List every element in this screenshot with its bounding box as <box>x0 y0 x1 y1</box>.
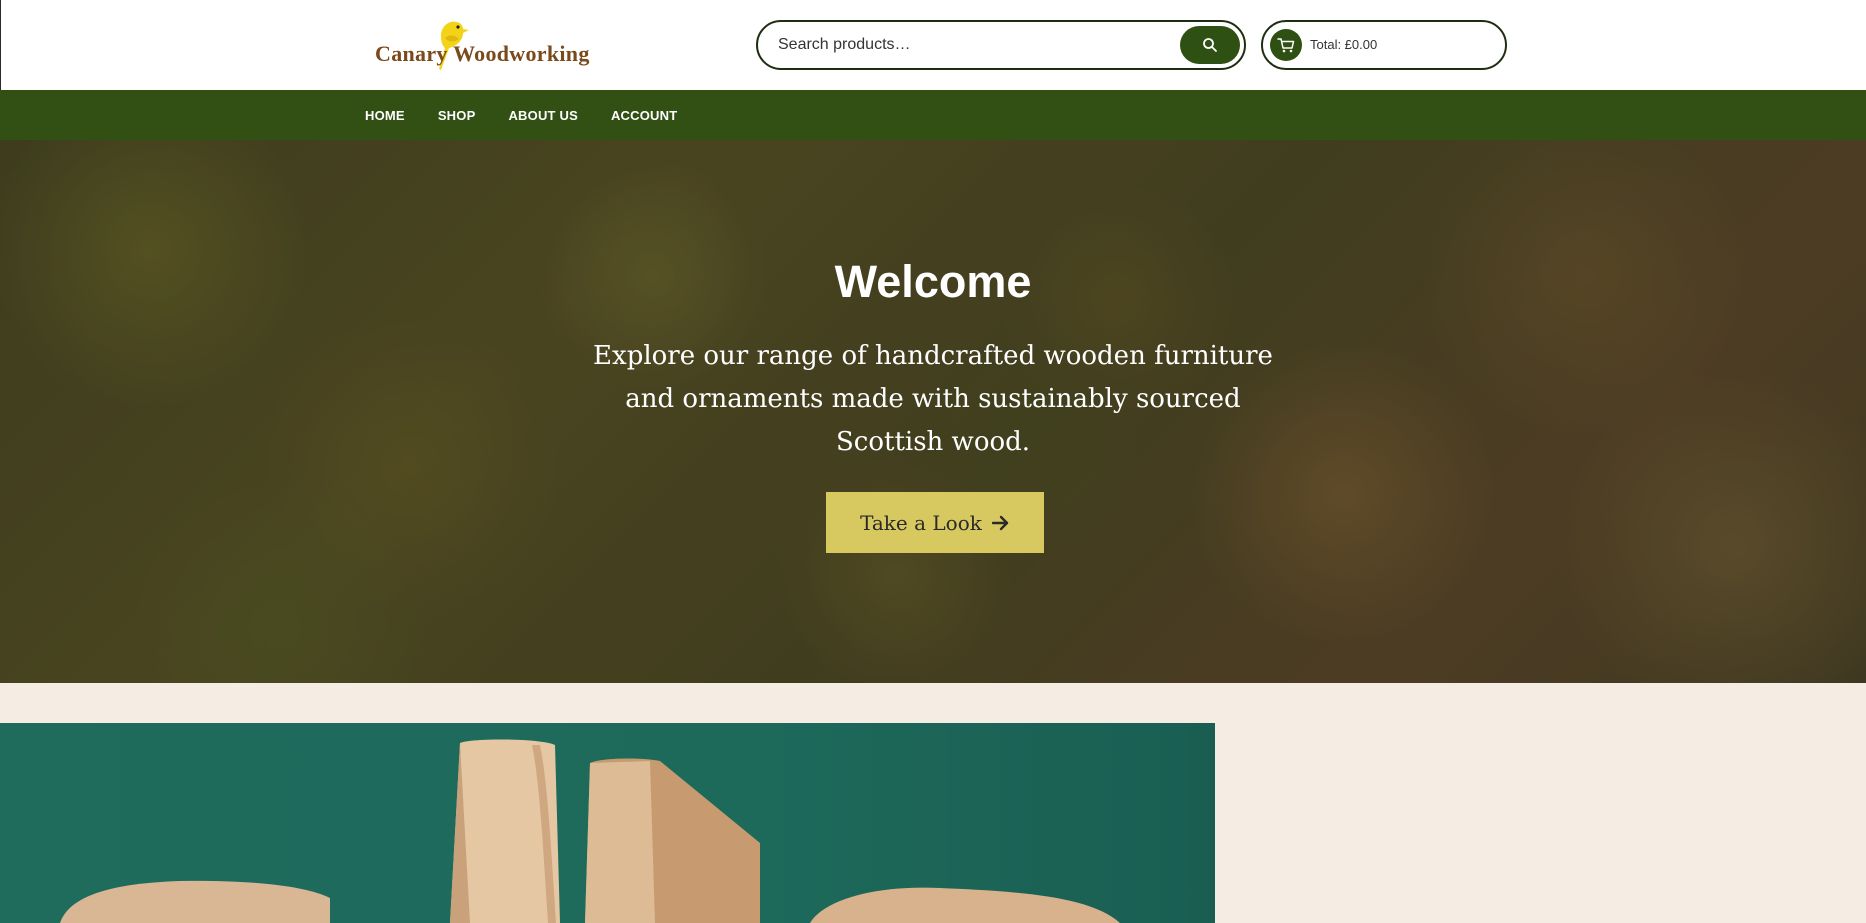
featured-product-image <box>0 723 1215 923</box>
main-nav: HOME SHOP ABOUT US ACCOUNT <box>0 90 1866 140</box>
nav-item-shop[interactable]: SHOP <box>438 108 476 123</box>
arrow-right-icon <box>991 515 1009 530</box>
nav-item-home[interactable]: HOME <box>365 108 405 123</box>
logo-text: Canary Woodworking <box>375 41 590 66</box>
hero-title: Welcome <box>834 256 1032 307</box>
nav-item-account[interactable]: ACCOUNT <box>611 108 677 123</box>
cart-total: Total: £0.00 <box>1310 37 1378 52</box>
take-a-look-label: Take a Look <box>860 510 982 535</box>
search-bar <box>756 20 1246 70</box>
search-icon <box>1203 38 1217 52</box>
take-a-look-button[interactable]: Take a Look <box>826 492 1044 553</box>
search-input[interactable] <box>778 22 1158 68</box>
wooden-ornaments-photo <box>60 739 1120 923</box>
site-header: Canary Woodworking Total: £0.00 <box>0 0 1866 90</box>
site-logo[interactable]: Canary Woodworking <box>373 14 623 78</box>
search-button[interactable] <box>1180 26 1240 64</box>
cart-button[interactable]: Total: £0.00 <box>1261 20 1507 70</box>
hero-banner: Welcome Explore our range of handcrafted… <box>0 140 1866 683</box>
nav-item-about-us[interactable]: ABOUT US <box>508 108 578 123</box>
cart-icon <box>1270 29 1302 61</box>
hero-subtitle: Explore our range of handcrafted wooden … <box>593 341 1273 457</box>
